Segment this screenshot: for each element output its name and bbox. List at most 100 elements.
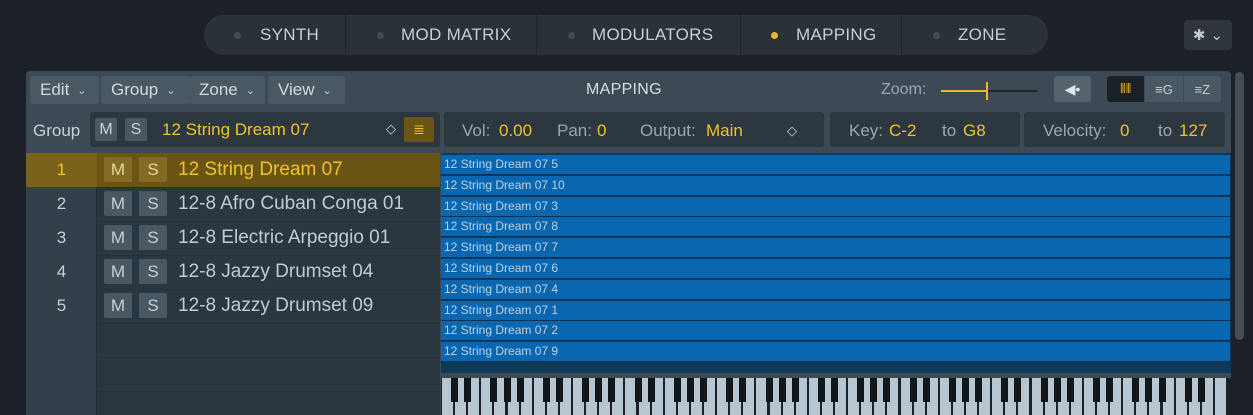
- black-key[interactable]: [883, 378, 891, 402]
- black-key[interactable]: [948, 378, 956, 402]
- black-key[interactable]: [1132, 378, 1140, 402]
- zone-bar[interactable]: 12 String Dream 07 4: [441, 279, 1230, 300]
- black-key[interactable]: [1093, 378, 1100, 402]
- black-key[interactable]: [857, 378, 865, 402]
- zone-bar[interactable]: 12 String Dream 07 7: [441, 238, 1230, 259]
- group-mute-button[interactable]: M: [95, 118, 117, 141]
- vertical-scrollbar[interactable]: [1235, 72, 1244, 340]
- group-row-solo-button[interactable]: S: [139, 259, 167, 284]
- zone-bar[interactable]: 12 String Dream 07 1: [441, 300, 1230, 321]
- piano-keyboard[interactable]: [441, 378, 1231, 415]
- black-key[interactable]: [870, 378, 878, 402]
- zone-bar[interactable]: 12 String Dream 07 5: [441, 155, 1230, 175]
- group-view-button[interactable]: ≡ G: [1145, 76, 1184, 102]
- group-solo-button[interactable]: S: [125, 118, 147, 141]
- black-key[interactable]: [700, 378, 707, 402]
- group-row[interactable]: 1 M S 12 String Dream 07: [26, 153, 440, 187]
- group-row-solo-button[interactable]: S: [139, 293, 167, 318]
- black-key[interactable]: [1145, 378, 1153, 402]
- black-key[interactable]: [726, 378, 734, 402]
- zoom-slider-thumb[interactable]: [986, 82, 989, 100]
- black-key[interactable]: [634, 378, 642, 402]
- black-key[interactable]: [542, 378, 550, 402]
- tab-synth[interactable]: SYNTH: [204, 15, 346, 55]
- black-key[interactable]: [555, 378, 563, 402]
- tab-modulators[interactable]: MODULATORS: [537, 15, 741, 55]
- black-key[interactable]: [778, 378, 786, 402]
- zone-bar[interactable]: 12 String Dream 07 9: [441, 342, 1230, 363]
- zone-bar[interactable]: 12 String Dream 07 6: [441, 259, 1230, 279]
- zone-bar[interactable]: 12 String Dream 07 2: [441, 321, 1230, 342]
- black-key[interactable]: [739, 378, 747, 402]
- group-row[interactable]: 3 M S 12-8 Electric Arpeggio 01: [26, 221, 440, 255]
- black-key[interactable]: [647, 378, 655, 402]
- black-key[interactable]: [817, 378, 825, 402]
- black-key[interactable]: [1040, 378, 1048, 402]
- black-key[interactable]: [595, 378, 603, 402]
- key-high-value[interactable]: G8: [963, 121, 986, 141]
- group-row-solo-button[interactable]: S: [139, 191, 167, 216]
- black-key[interactable]: [582, 378, 590, 402]
- velocity-high-value[interactable]: 127: [1179, 121, 1207, 141]
- black-key[interactable]: [975, 378, 983, 402]
- group-name[interactable]: 12 String Dream 07: [162, 120, 309, 140]
- group-row-solo-button[interactable]: S: [139, 157, 167, 182]
- black-key[interactable]: [686, 378, 694, 402]
- vol-value[interactable]: 0.00: [499, 121, 532, 141]
- keyboard-view-button[interactable]: ⦀⦀: [1107, 76, 1146, 102]
- black-key[interactable]: [1197, 378, 1205, 402]
- zone-bar[interactable]: 12 String Dream 07 3: [441, 196, 1230, 217]
- black-key[interactable]: [831, 378, 838, 402]
- pan-value[interactable]: 0: [597, 121, 606, 141]
- black-key[interactable]: [1066, 378, 1074, 402]
- tab-mapping[interactable]: MAPPING: [741, 15, 902, 55]
- key-low-value[interactable]: C-2: [889, 121, 916, 141]
- group-row-mute-button[interactable]: M: [104, 157, 132, 182]
- black-key[interactable]: [490, 378, 498, 402]
- black-key[interactable]: [962, 378, 969, 402]
- black-key[interactable]: [791, 378, 799, 402]
- velocity-low-value[interactable]: 0: [1120, 121, 1129, 141]
- edit-menu[interactable]: Edit ⌄: [30, 76, 99, 104]
- zoom-slider[interactable]: [941, 82, 1037, 100]
- stepper-icon[interactable]: ◇: [386, 121, 396, 137]
- black-key[interactable]: [1014, 378, 1022, 402]
- black-key[interactable]: [503, 378, 511, 402]
- zone-bar[interactable]: 12 String Dream 07 8: [441, 217, 1230, 238]
- group-row-mute-button[interactable]: M: [104, 259, 132, 284]
- group-row[interactable]: 2 M S 12-8 Afro Cuban Conga 01: [26, 187, 440, 221]
- audition-button[interactable]: ◀•: [1054, 76, 1091, 102]
- black-key[interactable]: [1158, 378, 1166, 402]
- view-menu[interactable]: View ⌄: [268, 76, 345, 104]
- tab-mod-matrix[interactable]: MOD MATRIX: [346, 15, 537, 55]
- group-row[interactable]: 4 M S 12-8 Jazzy Drumset 04: [26, 255, 440, 289]
- black-key[interactable]: [765, 378, 773, 402]
- black-key[interactable]: [516, 378, 524, 402]
- settings-menu-button[interactable]: ✱ ⌄: [1184, 20, 1232, 50]
- black-key[interactable]: [1053, 378, 1061, 402]
- group-row-mute-button[interactable]: M: [104, 293, 132, 318]
- group-row-mute-button[interactable]: M: [104, 191, 132, 216]
- black-key[interactable]: [1184, 378, 1192, 402]
- black-key[interactable]: [673, 378, 681, 402]
- zone-menu[interactable]: Zone ⌄: [189, 76, 265, 104]
- tab-zone[interactable]: ZONE: [902, 15, 1048, 55]
- stepper-icon[interactable]: ◇: [787, 123, 797, 139]
- black-key[interactable]: [1001, 378, 1009, 402]
- zone-view-button[interactable]: ≡ Z: [1184, 76, 1221, 102]
- black-key[interactable]: [608, 378, 616, 402]
- group-row-solo-button[interactable]: S: [139, 225, 167, 250]
- black-key[interactable]: [451, 378, 459, 402]
- zone-bar[interactable]: 12 String Dream 07 10: [441, 175, 1230, 196]
- black-key[interactable]: [922, 378, 930, 402]
- output-value[interactable]: Main: [706, 121, 743, 141]
- zone-map[interactable]: 12 String Dream 07 5 12 String Dream 07 1…: [441, 153, 1231, 373]
- group-row-mute-button[interactable]: M: [104, 225, 132, 250]
- group-menu[interactable]: Group ⌄: [101, 76, 190, 104]
- group-row[interactable]: 5 M S 12-8 Jazzy Drumset 09: [26, 289, 440, 323]
- black-key[interactable]: [1106, 378, 1114, 402]
- group-list-button[interactable]: ≣: [404, 117, 434, 142]
- white-key[interactable]: [1214, 378, 1226, 415]
- black-key[interactable]: [464, 378, 472, 402]
- black-key[interactable]: [909, 378, 917, 402]
